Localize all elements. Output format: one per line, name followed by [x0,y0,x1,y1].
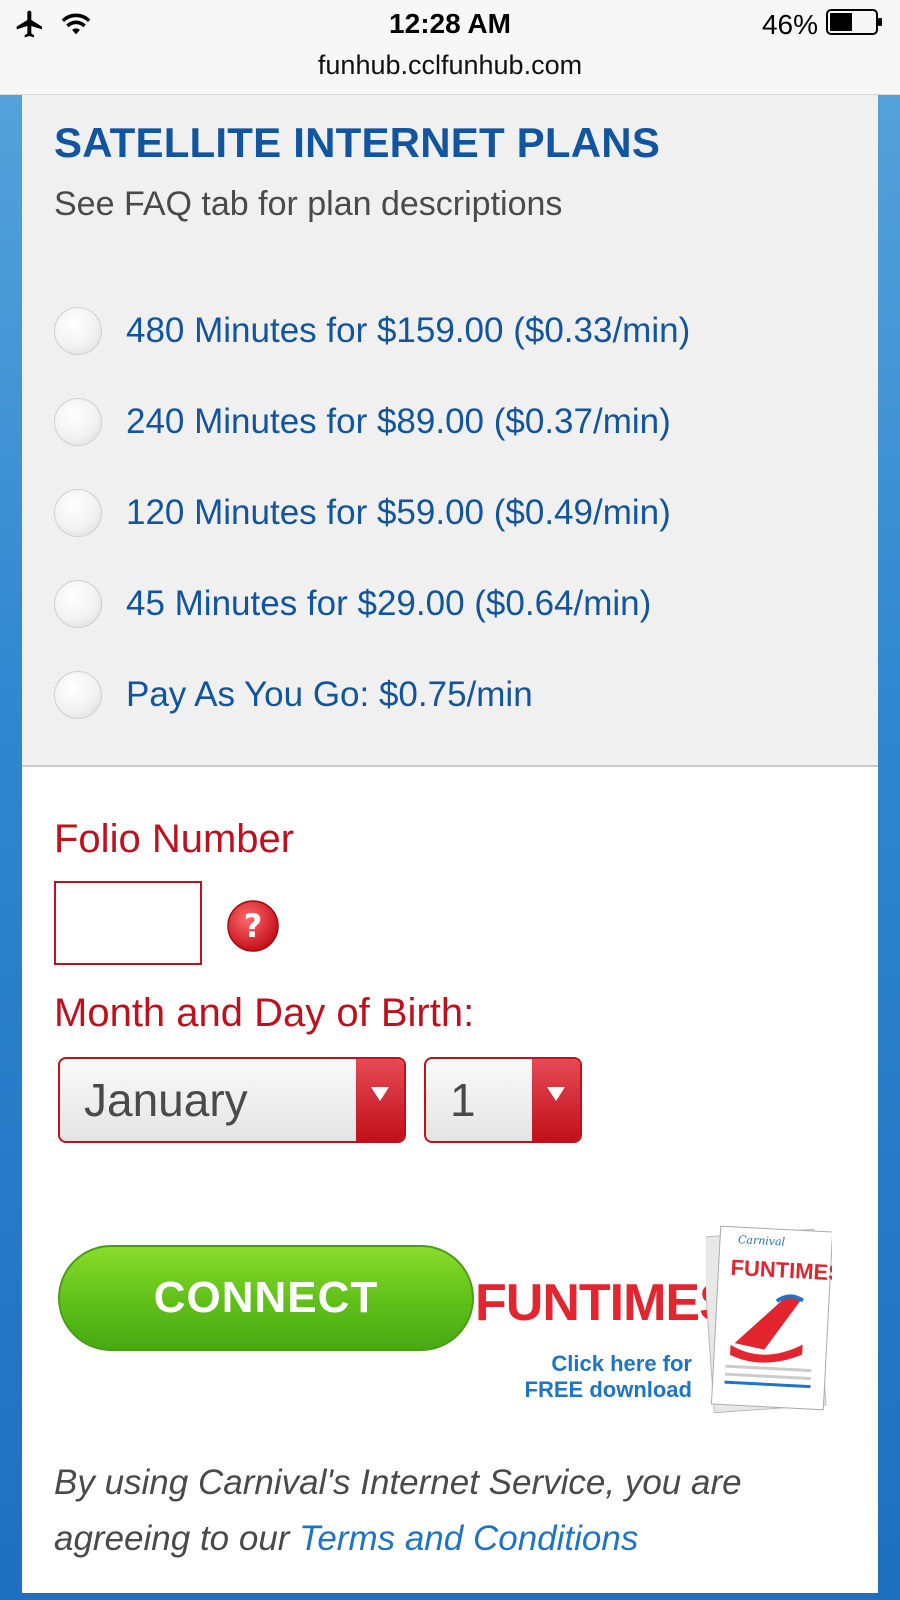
plan-option-pay-as-you-go[interactable]: Pay As You Go: $0.75/min [54,649,854,740]
content-card: SATELLITE INTERNET PLANS See FAQ tab for… [22,95,878,1593]
status-right: 46% [762,8,884,41]
month-select[interactable]: January [58,1057,406,1143]
plan-label: 45 Minutes for $29.00 ($0.64/min) [126,583,652,623]
plan-label: Pay As You Go: $0.75/min [126,674,533,714]
svg-text:?: ? [244,907,263,945]
connect-button[interactable]: CONNECT [58,1245,474,1351]
month-value: January [84,1074,248,1126]
plan-label: 120 Minutes for $59.00 ($0.49/min) [126,492,671,532]
radio-button[interactable] [54,670,102,719]
cta-line-1: Click here for [551,1351,692,1376]
plans-subtitle: See FAQ tab for plan descriptions [54,185,563,223]
plans-section: SATELLITE INTERNET PLANS See FAQ tab for… [22,95,878,767]
funtimes-cta: Click here for FREE download [512,1351,692,1403]
connect-label: CONNECT [153,1273,379,1322]
radio-button[interactable] [54,397,102,446]
radio-button[interactable] [54,579,102,628]
plan-label: 240 Minutes for $89.00 ($0.37/min) [126,401,671,441]
plan-list: 480 Minutes for $159.00 ($0.33/min) 240 … [54,285,854,740]
funtimes-download-link[interactable]: FUNTIMES Click here for FREE download Ca… [472,1225,872,1425]
day-select[interactable]: 1 [424,1057,582,1143]
battery-percent: 46% [761,8,818,40]
terms-text: By using Carnival's Internet Service, yo… [54,1455,854,1567]
cta-line-2: FREE download [524,1377,692,1402]
battery-icon [826,8,884,41]
funtimes-newspaper-image: Carnival FUNTIMES [701,1225,844,1414]
plan-label: 480 Minutes for $159.00 ($0.33/min) [126,310,691,350]
terms-link[interactable]: Terms and Conditions [299,1519,638,1558]
funtimes-logo: FUNTIMES [475,1274,734,1332]
radio-button[interactable] [54,488,102,537]
plan-option-240[interactable]: 240 Minutes for $89.00 ($0.37/min) [54,376,854,467]
chevron-down-icon [532,1059,580,1141]
day-value: 1 [450,1074,476,1126]
url-bar[interactable]: funhub.cclfunhub.com [0,50,900,81]
paper-brand: Carnival [738,1233,786,1248]
status-bar: 12:28 AM 46% [0,0,900,50]
folio-label: Folio Number [54,817,295,861]
dob-label: Month and Day of Birth: [54,991,475,1035]
plan-option-480[interactable]: 480 Minutes for $159.00 ($0.33/min) [54,285,854,376]
plan-option-45[interactable]: 45 Minutes for $29.00 ($0.64/min) [54,558,854,649]
folio-number-input[interactable] [54,881,202,965]
plans-title: SATELLITE INTERNET PLANS [54,119,661,166]
plan-option-120[interactable]: 120 Minutes for $59.00 ($0.49/min) [54,467,854,558]
chevron-down-icon [356,1059,404,1141]
browser-top-bar: 12:28 AM 46% funhub.cclfunhub.com [0,0,900,95]
radio-button[interactable] [54,306,102,355]
help-icon[interactable]: ? [226,899,280,953]
